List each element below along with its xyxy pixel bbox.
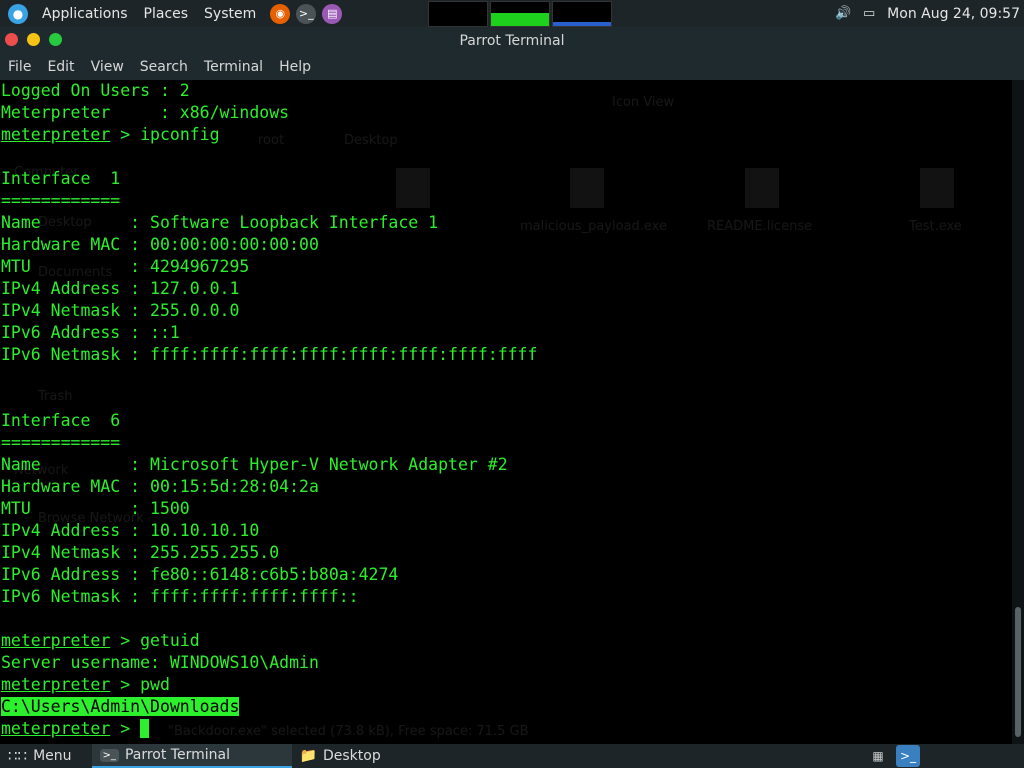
window-title: Parrot Terminal xyxy=(459,32,565,49)
system-monitor[interactable] xyxy=(428,1,612,27)
taskbar-item-label: Parrot Terminal xyxy=(124,747,230,763)
text-editor-icon[interactable]: ▤ xyxy=(322,3,343,24)
terminal-launcher-icon[interactable]: >_ xyxy=(296,3,317,24)
menu-view[interactable]: View xyxy=(83,59,132,75)
taskbar-item-desktop[interactable]: 📁 Desktop xyxy=(292,744,488,768)
parrot-logo-icon[interactable]: ● xyxy=(8,3,28,24)
selected-text[interactable]: C:\Users\Admin\Downloads xyxy=(1,697,240,716)
menu-terminal[interactable]: Terminal xyxy=(196,59,271,75)
menu-help[interactable]: Help xyxy=(271,59,319,75)
terminal-prompt-line: meterpreter > pwd xyxy=(0,674,1012,696)
terminal-output-line: IPv6 Netmask : ffff:ffff:ffff:ffff:: xyxy=(1,587,359,606)
command-text: > xyxy=(110,719,141,738)
prompt-label: meterpreter xyxy=(1,719,111,738)
terminal-output-line: Hardware MAC : 00:15:5d:28:04:2a xyxy=(1,477,319,496)
terminal-output-line: IPv6 Netmask : ffff:ffff:ffff:ffff:ffff:… xyxy=(1,345,538,364)
terminal-prompt-line: meterpreter > xyxy=(0,718,1012,740)
network-monitor xyxy=(552,1,612,27)
workspace-switcher-icon[interactable]: ▦ xyxy=(866,745,890,767)
menu-search[interactable]: Search xyxy=(132,59,196,75)
terminal-output-line: Server username: WINDOWS10\Admin xyxy=(1,653,319,672)
terminal-cursor xyxy=(140,719,150,738)
menubar: File Edit View Search Terminal Help xyxy=(0,54,1024,80)
terminal-selected-line: C:\Users\Admin\Downloads xyxy=(0,696,1012,718)
memory-monitor xyxy=(490,1,550,27)
taskbar-item-label: Desktop xyxy=(322,748,381,764)
command-text: > pwd xyxy=(110,675,170,694)
folder-icon: 📁 xyxy=(299,748,317,764)
command-text: > getuid xyxy=(110,631,200,650)
terminal-prompt-line: meterpreter > ipconfig xyxy=(0,124,1012,146)
system-tray: 🔊 ▭ Mon Aug 24, 09:57 xyxy=(835,0,1020,27)
window-controls xyxy=(5,33,62,46)
taskbar-tray: ▦ >_ xyxy=(866,744,920,768)
network-monitor-fill xyxy=(553,22,611,26)
terminal-output-line: Interface 1 xyxy=(1,169,121,188)
minimize-button[interactable] xyxy=(27,33,40,46)
scrollbar-thumb[interactable] xyxy=(1015,607,1021,737)
taskbar-item-terminal[interactable]: >_ Parrot Terminal xyxy=(91,744,292,768)
prompt-label: meterpreter xyxy=(1,631,111,650)
terminal-output-line: IPv4 Netmask : 255.0.0.0 xyxy=(1,301,240,320)
memory-monitor-fill xyxy=(491,12,549,26)
terminal-output-line: IPv4 Address : 127.0.0.1 xyxy=(1,279,240,298)
terminal-tray-icon[interactable]: >_ xyxy=(896,745,920,767)
terminal-output-line: IPv6 Address : ::1 xyxy=(1,323,180,342)
terminal-output-line: MTU : 4294967295 xyxy=(1,257,250,276)
terminal-prompt-line: meterpreter > getuid xyxy=(0,630,1012,652)
firefox-icon[interactable]: ◉ xyxy=(270,3,291,24)
terminal-lines: Logged On Users : 2 Meterpreter : x86/win… xyxy=(0,80,1012,740)
places-menu[interactable]: Places xyxy=(136,6,197,22)
terminal-output-line: IPv6 Address : fe80::6148:c6b5:b80a:4274 xyxy=(1,565,399,584)
command-text: > ipconfig xyxy=(110,125,220,144)
terminal-output-line: IPv4 Netmask : 255.255.255.0 xyxy=(1,543,280,562)
system-menu[interactable]: System xyxy=(196,6,264,22)
terminal-output-line: IPv4 Address : 10.10.10.10 xyxy=(1,521,260,540)
clock[interactable]: Mon Aug 24, 09:57 xyxy=(887,6,1020,22)
prompt-label: meterpreter xyxy=(1,125,111,144)
menu-button-label: Menu xyxy=(33,748,72,764)
applications-menu[interactable]: Applications xyxy=(34,6,136,22)
maximize-button[interactable] xyxy=(49,33,62,46)
terminal-output-line: Logged On Users : 2 xyxy=(1,81,190,100)
display-icon[interactable]: ▭ xyxy=(861,6,877,21)
volume-icon[interactable]: 🔊 xyxy=(835,6,851,21)
terminal-output-line: ============ xyxy=(1,191,121,210)
terminal-scrollbar[interactable] xyxy=(1012,80,1024,744)
terminal-output-line: ============ xyxy=(1,433,121,452)
close-button[interactable] xyxy=(5,33,18,46)
terminal-output-line: Name : Software Loopback Interface 1 xyxy=(1,213,439,232)
prompt-label: meterpreter xyxy=(1,675,111,694)
top-panel: ● Applications Places System ◉ >_ ▤ 🔊 ▭ … xyxy=(0,0,1024,27)
terminal-output[interactable]: root Desktop Icon View malicious_payload… xyxy=(0,80,1012,744)
bottom-panel: ∷∷ Menu >_ Parrot Terminal 📁 Desktop ▦ >… xyxy=(0,744,1024,768)
menu-edit[interactable]: Edit xyxy=(39,59,82,75)
grid-icon: ∷∷ xyxy=(8,747,28,765)
cpu-monitor xyxy=(428,1,488,27)
terminal-icon: >_ xyxy=(99,748,119,762)
terminal-output-line: Hardware MAC : 00:00:00:00:00:00 xyxy=(1,235,319,254)
menu-button[interactable]: ∷∷ Menu xyxy=(0,744,80,768)
menu-file[interactable]: File xyxy=(0,59,39,75)
terminal-output-line: Name : Microsoft Hyper-V Network Adapter… xyxy=(1,455,508,474)
terminal-output-line: Meterpreter : x86/windows xyxy=(1,103,290,122)
terminal-output-line: MTU : 1500 xyxy=(1,499,190,518)
terminal-output-line: Interface 6 xyxy=(1,411,121,430)
window-titlebar[interactable]: Parrot Terminal xyxy=(0,27,1024,54)
